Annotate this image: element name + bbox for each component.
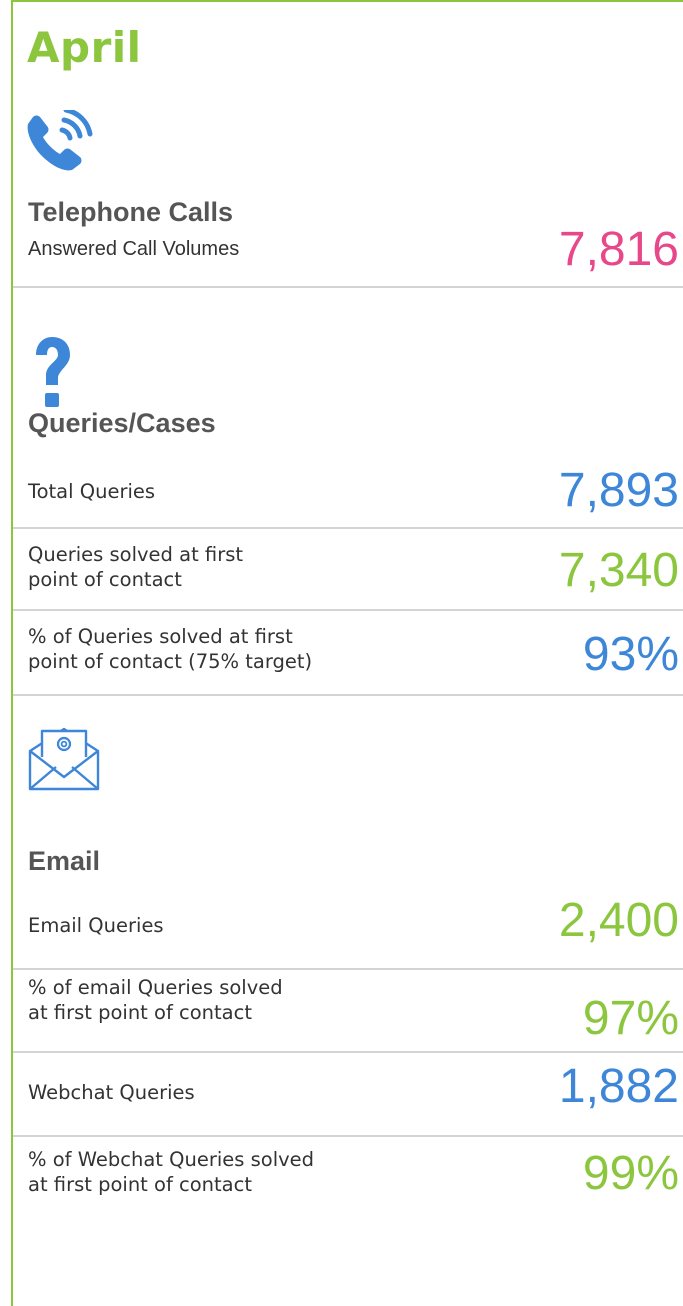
row-webchat-queries: Webchat Queries 1,882: [13, 1053, 683, 1135]
section-title-queries: Queries/Cases: [28, 408, 216, 438]
row-value: 1,882: [558, 1060, 679, 1113]
row-label: Total Queries: [28, 480, 156, 503]
row-label: % of email Queries solved at first point…: [28, 975, 283, 1026]
month-title: April: [27, 23, 142, 72]
row-pct-email-first-contact: % of email Queries solved at first point…: [13, 970, 683, 1051]
row-label: Webchat Queries: [28, 1081, 195, 1104]
label-line: Queries solved at first: [28, 543, 244, 566]
label-line: % of email Queries solved: [28, 976, 283, 999]
row-value: 93%: [582, 628, 679, 681]
label-line: point of contact: [28, 568, 182, 592]
divider: [13, 694, 683, 696]
row-label: Answered Call Volumes: [28, 238, 240, 260]
row-label: Email Queries: [28, 914, 164, 937]
row-label: Queries solved at first point of contact: [28, 542, 243, 593]
row-value: 99%: [582, 1147, 679, 1200]
row-label: % of Webchat Queries solved at first poi…: [28, 1147, 314, 1198]
phone-icon: [27, 110, 93, 171]
row-value: 2,400: [558, 894, 679, 947]
question-icon: [36, 337, 70, 407]
email-icon: [28, 727, 100, 791]
row-label: % of Queries solved at first point of co…: [28, 624, 312, 675]
row-value: 97%: [582, 992, 679, 1045]
label-line: at first point of contact: [28, 1173, 252, 1197]
row-value: 7,893: [558, 464, 679, 517]
row-value: 7,816: [558, 223, 679, 276]
row-queries-first-contact: Queries solved at first point of contact…: [13, 529, 683, 609]
row-pct-queries-first-contact: % of Queries solved at first point of co…: [13, 611, 683, 694]
row-value: 7,340: [558, 544, 679, 597]
label-line: % of Webchat Queries solved: [28, 1148, 315, 1171]
label-line: at first point of contact: [28, 1001, 252, 1025]
row-email-queries: Email Queries 2,400: [13, 886, 683, 968]
row-answered-calls: Answered Call Volumes 7,816: [13, 222, 683, 286]
label-line: point of contact (75% target): [28, 650, 313, 674]
divider: [13, 286, 683, 288]
row-total-queries: Total Queries 7,893: [13, 460, 683, 527]
row-pct-webchat-first-contact: % of Webchat Queries solved at first poi…: [13, 1137, 683, 1227]
label-line: % of Queries solved at first: [28, 625, 293, 648]
section-title-email: Email: [28, 846, 101, 876]
